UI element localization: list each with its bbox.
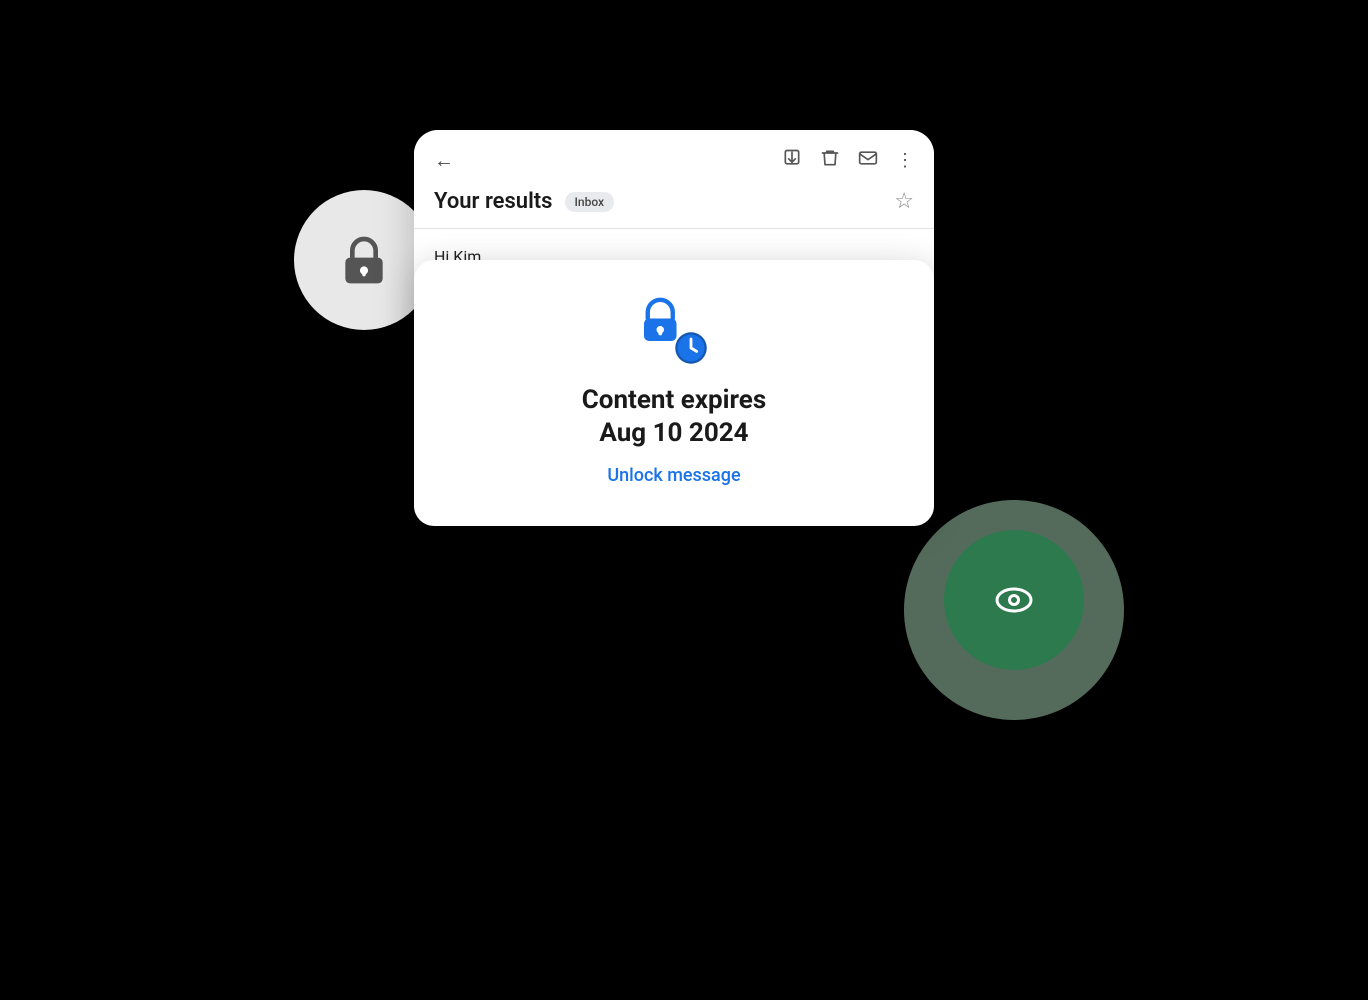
email-subject: Your results — [434, 189, 553, 214]
expiry-clock-icon — [673, 330, 709, 366]
inbox-badge: Inbox — [565, 192, 615, 212]
expiry-icon-wrap — [639, 296, 709, 366]
download-icon[interactable] — [782, 148, 802, 173]
eye-circle-decoration — [944, 530, 1084, 670]
mark-unread-icon[interactable] — [858, 148, 878, 173]
more-icon[interactable]: ⋮ — [896, 150, 914, 171]
delete-icon[interactable] — [820, 148, 840, 173]
email-header: ← — [414, 130, 934, 183]
scene: ← — [234, 70, 1134, 930]
unlock-message-link[interactable]: Unlock message — [607, 465, 740, 486]
star-button[interactable]: ☆ — [894, 189, 914, 214]
lock-icon — [336, 232, 392, 288]
eye-icon — [986, 572, 1042, 628]
expiry-title: Content expires Aug 10 2024 — [582, 384, 766, 449]
header-right: ⋮ — [782, 148, 914, 173]
subject-row: Your results Inbox ☆ — [414, 183, 934, 228]
lock-circle-decoration — [294, 190, 434, 330]
back-button[interactable]: ← — [434, 148, 454, 173]
expiry-modal: Content expires Aug 10 2024 Unlock messa… — [414, 260, 934, 526]
subject-left: Your results Inbox — [434, 189, 614, 214]
header-left: ← — [434, 148, 454, 173]
